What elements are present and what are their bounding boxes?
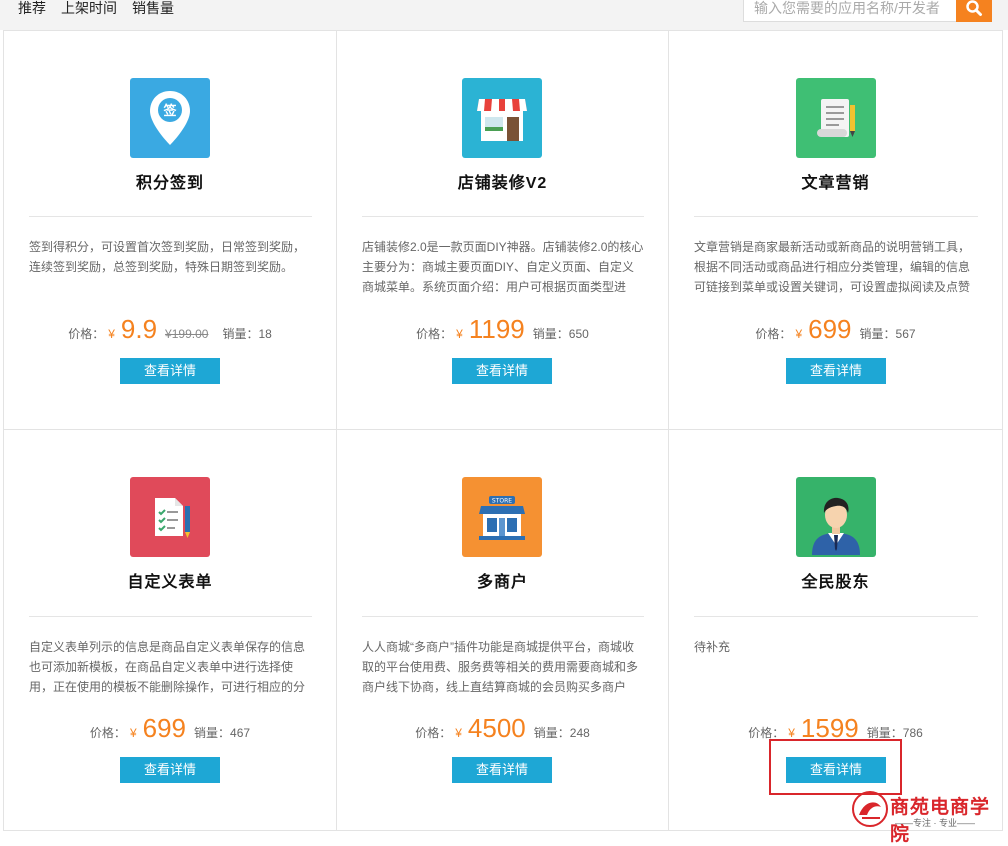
app-card: STORE 多商户 人人商城“多商户”插件功能是商城提供平台，商城收取的平台使用… [337, 430, 669, 831]
svg-text:签: 签 [162, 103, 177, 119]
sales-label: 销量： [222, 327, 259, 341]
divider [694, 616, 978, 617]
sales-value: 467 [230, 726, 251, 740]
price-row: 价格： ¥ 1199 销量： 650 [337, 314, 668, 345]
app-description: 文章营销是商家最新活动或新商品的说明营销工具，根据不同活动或商品进行相应分类管理… [694, 240, 971, 294]
search-button[interactable] [956, 0, 992, 22]
currency-symbol: ¥ [456, 327, 463, 341]
view-details-button[interactable]: 查看详情 [786, 358, 886, 384]
sales-value: 567 [895, 327, 916, 341]
price-value: 699 [142, 713, 187, 743]
svg-text:STORE: STORE [492, 498, 512, 505]
document-icon [796, 78, 876, 158]
divider [362, 616, 644, 617]
app-description: 签到得积分，可设置首次签到奖励，日常签到奖励，连续签到奖励，总签到奖励，特殊日期… [29, 240, 306, 274]
checklist-icon [130, 477, 210, 557]
divider [29, 616, 312, 617]
watermark-subtitle: ——专注 · 专业—— [895, 818, 975, 828]
price-value: 1199 [468, 314, 525, 344]
currency-symbol: ¥ [795, 327, 803, 341]
divider [29, 216, 312, 217]
currency-symbol: ¥ [129, 726, 137, 740]
currency-symbol: ¥ [455, 726, 462, 740]
sort-tab-recommended[interactable]: 推荐 [18, 0, 46, 18]
price-value: 9.9 [120, 314, 158, 344]
divider [362, 216, 644, 217]
view-details-button[interactable]: 查看详情 [120, 358, 220, 384]
location-pin-icon: 签 [130, 78, 210, 158]
watermark-logo-icon [852, 791, 888, 827]
app-name: 积分签到 [135, 175, 204, 192]
original-price: ¥199.00 [165, 327, 209, 341]
app-name: 多商户 [476, 574, 528, 591]
price-label: 价格： [415, 726, 452, 740]
price-label: 价格： [416, 327, 453, 341]
sales-value: 18 [258, 327, 272, 341]
price-value: 4500 [467, 713, 526, 743]
price-label: 价格： [755, 327, 792, 341]
app-description: 人人商城“多商户”插件功能是商城提供平台，商城收取的平台使用费、服务费等相关的费… [362, 640, 639, 694]
view-details-button[interactable]: 查看详情 [120, 757, 220, 783]
sales-value: 786 [902, 726, 923, 740]
sales-label: 销量： [532, 327, 569, 341]
app-name: 文章营销 [801, 175, 870, 192]
currency-symbol: ¥ [788, 726, 795, 740]
app-description: 待补充 [694, 640, 731, 654]
app-description: 自定义表单列示的信息是商品自定义表单保存的信息也可添加新模板，在商品自定义表单中… [29, 640, 306, 694]
app-card: 店铺装修V2 店铺装修2.0是一款页面DIY神器。店铺装修2.0的核心主要分为：… [337, 31, 669, 430]
price-value: 699 [808, 314, 852, 344]
businessman-icon [796, 477, 876, 557]
price-row: 价格： ¥ 699 销量： 467 [4, 713, 336, 744]
watermark: 商苑电商学院 ——专注 · 专业—— [850, 788, 1005, 845]
sales-value: 650 [568, 327, 589, 341]
app-name: 店铺装修V2 [457, 175, 548, 192]
view-details-button[interactable]: 查看详情 [452, 757, 552, 783]
sort-tab-listing-time[interactable]: 上架时间 [61, 0, 117, 18]
store-icon: STORE [462, 477, 542, 557]
app-card: 自定义表单 自定义表单列示的信息是商品自定义表单保存的信息也可添加新模板，在商品… [4, 430, 337, 831]
sales-label: 销量： [194, 726, 231, 740]
divider [694, 216, 978, 217]
app-name: 自定义表单 [127, 574, 213, 591]
view-details-button[interactable]: 查看详情 [452, 358, 552, 384]
app-grid: 签 积分签到 签到得积分，可设置首次签到奖励，日常签到奖励，连续签到奖励，总签到… [3, 30, 1003, 831]
price-row: 价格： ¥ 9.9 ¥199.00 销量： 18 [4, 314, 336, 345]
price-label: 价格： [68, 327, 105, 341]
sales-label: 销量： [533, 726, 570, 740]
currency-symbol: ¥ [108, 327, 115, 341]
sort-tab-sales[interactable]: 销售量 [132, 0, 174, 18]
sort-tabs: 推荐 上架时间 销售量 [18, 0, 174, 18]
search-input[interactable] [743, 0, 965, 22]
highlight-box [769, 739, 902, 795]
price-label: 价格： [89, 726, 126, 740]
app-name: 全民股东 [801, 574, 870, 591]
app-card: 文章营销 文章营销是商家最新活动或新商品的说明营销工具，根据不同活动或商品进行相… [669, 31, 1003, 430]
sales-value: 248 [569, 726, 590, 740]
price-row: 价格： ¥ 4500 销量： 248 [337, 713, 668, 744]
search-icon [966, 0, 982, 16]
search-box [743, 0, 993, 22]
price-row: 价格： ¥ 699 销量： 567 [669, 314, 1002, 345]
sales-label: 销量： [859, 327, 896, 341]
app-card: 签 积分签到 签到得积分，可设置首次签到奖励，日常签到奖励，连续签到奖励，总签到… [4, 31, 337, 430]
shop-icon [462, 78, 542, 158]
app-description: 店铺装修2.0是一款页面DIY神器。店铺装修2.0的核心主要分为：商城主要页面D… [362, 240, 644, 294]
top-toolbar: 推荐 上架时间 销售量 [0, 0, 1008, 30]
